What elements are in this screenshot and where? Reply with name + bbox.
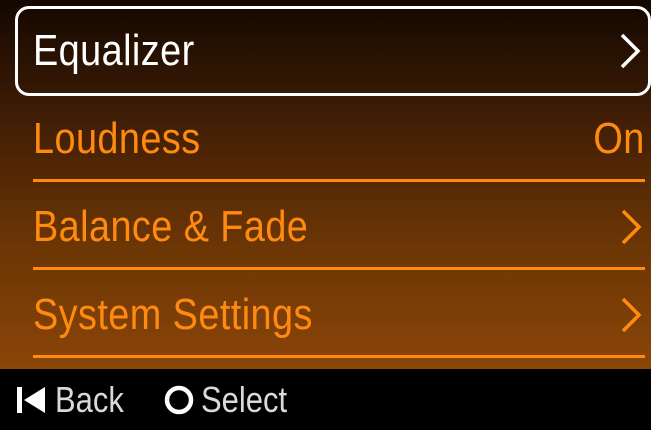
menu-item-label: Balance & Fade bbox=[33, 202, 309, 251]
softkey-bar: Back Select bbox=[0, 369, 651, 430]
menu-divider bbox=[33, 179, 645, 182]
menu-item-balance-fade[interactable]: Balance & Fade bbox=[33, 191, 645, 263]
menu-screen: Equalizer Loudness On Balance & Fade Sys… bbox=[0, 0, 651, 369]
circle-select-icon bbox=[164, 385, 194, 414]
menu-item-system-settings[interactable]: System Settings bbox=[33, 279, 645, 351]
loudness-value: On bbox=[593, 114, 645, 163]
menu-item-label: Equalizer bbox=[33, 26, 195, 75]
chevron-right-icon bbox=[620, 33, 641, 69]
menu-item-label: System Settings bbox=[33, 290, 313, 339]
back-label: Back bbox=[55, 378, 124, 420]
skip-back-icon bbox=[17, 386, 45, 413]
menu-divider bbox=[33, 267, 645, 270]
chevron-right-icon bbox=[621, 297, 642, 333]
select-label: Select bbox=[201, 378, 288, 420]
select-softkey[interactable]: Select bbox=[163, 379, 301, 421]
menu-item-label: Loudness bbox=[33, 114, 201, 163]
menu-item-loudness[interactable]: Loudness On bbox=[33, 103, 645, 175]
menu-divider bbox=[33, 355, 645, 358]
chevron-right-icon bbox=[621, 209, 642, 245]
back-softkey[interactable]: Back bbox=[15, 379, 135, 421]
menu-item-equalizer[interactable]: Equalizer bbox=[15, 6, 651, 96]
